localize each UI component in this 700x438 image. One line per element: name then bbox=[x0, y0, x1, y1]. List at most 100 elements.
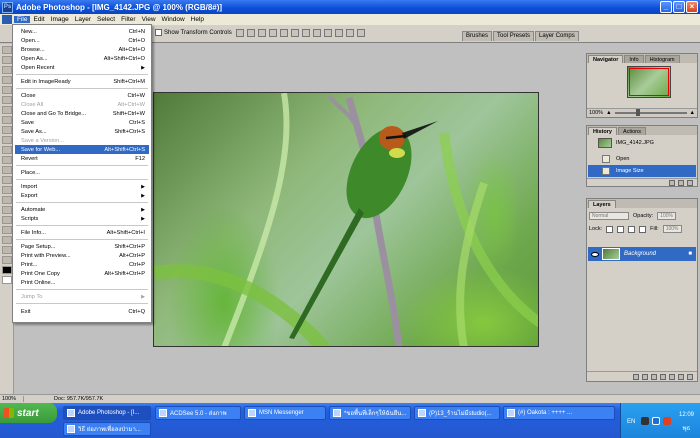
crop-tool-icon[interactable] bbox=[2, 86, 12, 94]
photoshop-logo-icon[interactable] bbox=[2, 15, 12, 24]
blur-tool-icon[interactable] bbox=[2, 166, 12, 174]
menu-item-new[interactable]: New... Ctrl+N bbox=[15, 27, 149, 36]
new-layer-icon[interactable] bbox=[678, 373, 684, 380]
menu-layer[interactable]: Layer bbox=[72, 16, 94, 23]
distribute-icon[interactable] bbox=[324, 29, 332, 37]
menu-item-file-info[interactable]: File Info... Alt+Shift+Ctrl+I bbox=[15, 228, 149, 237]
fill-field[interactable]: 100% bbox=[662, 225, 682, 233]
taskbar-browser-1[interactable]: *ขอพื้นที่เล็กๆให้ฉันยืน... bbox=[329, 406, 411, 420]
language-indicator[interactable]: EN bbox=[627, 419, 635, 425]
lock-all-icon[interactable] bbox=[639, 225, 647, 233]
distribute-icon[interactable] bbox=[313, 29, 321, 37]
hand-tool-icon[interactable] bbox=[2, 246, 12, 254]
eye-icon[interactable] bbox=[591, 251, 599, 257]
menu-select[interactable]: Select bbox=[94, 16, 118, 23]
minimize-button[interactable]: _ bbox=[660, 1, 672, 13]
notes-tool-icon[interactable] bbox=[2, 226, 12, 234]
maximize-button[interactable]: □ bbox=[673, 1, 685, 13]
show-transform-controls[interactable]: Show Transform Controls bbox=[155, 29, 232, 36]
menu-item-save[interactable]: Save Ctrl+S bbox=[15, 118, 149, 127]
menu-item-print-one-copy[interactable]: Print One Copy Alt+Shift+Ctrl+P bbox=[15, 269, 149, 278]
distribute-icon[interactable] bbox=[302, 29, 310, 37]
brush-tool-icon[interactable] bbox=[2, 116, 12, 124]
distribute-icon[interactable] bbox=[357, 29, 365, 37]
menu-item-print-with-preview[interactable]: Print with Preview... Alt+Ctrl+P bbox=[15, 251, 149, 260]
well-tool-presets[interactable]: Tool Presets bbox=[493, 31, 535, 41]
zoom-out-icon[interactable]: ▲ bbox=[606, 110, 611, 116]
menu-item-revert[interactable]: Revert F12 bbox=[15, 154, 149, 163]
menu-item-open-recent[interactable]: Open Recent ▶ bbox=[15, 63, 149, 72]
eraser-tool-icon[interactable] bbox=[2, 146, 12, 154]
healing-tool-icon[interactable] bbox=[2, 106, 12, 114]
background-color-icon[interactable] bbox=[2, 276, 12, 284]
taskbar-acdsee[interactable]: ACDSee 5.0 - ส่งภาพ bbox=[155, 406, 241, 420]
adjustment-layer-icon[interactable] bbox=[660, 373, 666, 380]
tab-info[interactable]: Info bbox=[624, 55, 644, 63]
gradient-tool-icon[interactable] bbox=[2, 156, 12, 164]
lock-position-icon[interactable] bbox=[628, 225, 636, 233]
menu-item-print[interactable]: Print... Ctrl+P bbox=[15, 260, 149, 269]
menu-item-automate[interactable]: Automate ▶ bbox=[15, 205, 149, 214]
foreground-color-icon[interactable] bbox=[2, 266, 12, 274]
menu-item-edit-in-imageready[interactable]: Edit in ImageReady Shift+Ctrl+M bbox=[15, 77, 149, 86]
align-bottom-icon[interactable] bbox=[258, 29, 266, 37]
menu-item-exit[interactable]: Exit Ctrl+Q bbox=[15, 307, 149, 316]
menu-item-save-for-web[interactable]: Save for Web... Alt+Shift+Ctrl+S bbox=[15, 145, 149, 154]
network-icon[interactable] bbox=[652, 417, 660, 425]
new-group-icon[interactable] bbox=[669, 373, 675, 380]
opacity-field[interactable]: 100% bbox=[657, 212, 676, 220]
menu-image[interactable]: Image bbox=[48, 16, 72, 23]
new-snapshot-icon[interactable] bbox=[678, 179, 684, 186]
navigator-thumbnail[interactable] bbox=[627, 66, 671, 98]
menu-item-scripts[interactable]: Scripts ▶ bbox=[15, 214, 149, 223]
tray-app-icon[interactable] bbox=[641, 417, 649, 425]
security-icon[interactable] bbox=[663, 417, 671, 425]
align-top-icon[interactable] bbox=[236, 29, 244, 37]
menu-help[interactable]: Help bbox=[188, 16, 207, 23]
dodge-tool-icon[interactable] bbox=[2, 176, 12, 184]
lock-pixels-icon[interactable] bbox=[617, 225, 625, 233]
well-brushes[interactable]: Brushes bbox=[462, 31, 493, 41]
trash-icon[interactable] bbox=[687, 179, 693, 186]
align-middle-icon[interactable] bbox=[247, 29, 255, 37]
menu-item-page-setup[interactable]: Page Setup... Shift+Ctrl+P bbox=[15, 242, 149, 251]
menu-item-import[interactable]: Import ▶ bbox=[15, 182, 149, 191]
trash-icon[interactable] bbox=[687, 373, 693, 380]
menu-item-open-as[interactable]: Open As... Alt+Shift+Ctrl+O bbox=[15, 54, 149, 63]
menu-item-print-online[interactable]: Print Online... bbox=[15, 278, 149, 287]
start-button[interactable]: start bbox=[0, 403, 57, 423]
menu-file[interactable]: File bbox=[14, 16, 31, 23]
status-zoom[interactable]: 100% bbox=[0, 396, 24, 402]
blend-mode-select[interactable]: Normal bbox=[589, 212, 629, 220]
align-center-icon[interactable] bbox=[280, 29, 288, 37]
stamp-tool-icon[interactable] bbox=[2, 126, 12, 134]
marquee-tool-icon[interactable] bbox=[2, 56, 12, 64]
close-button[interactable]: × bbox=[686, 1, 698, 13]
menu-item-export[interactable]: Export ▶ bbox=[15, 191, 149, 200]
photoshop-app-icon[interactable]: Ps bbox=[2, 1, 13, 13]
history-brush-tool-icon[interactable] bbox=[2, 136, 12, 144]
taskbar-browser-3[interactable]: (#) Oakota : ++++ ... bbox=[503, 406, 615, 420]
clock[interactable]: 12:09 พุธ bbox=[679, 411, 694, 433]
align-right-icon[interactable] bbox=[291, 29, 299, 37]
transform-checkbox[interactable] bbox=[155, 29, 162, 36]
navigator-view-box[interactable] bbox=[629, 68, 669, 96]
eyedropper-tool-icon[interactable] bbox=[2, 236, 12, 244]
align-left-icon[interactable] bbox=[269, 29, 277, 37]
history-state-image-size[interactable]: Image Size bbox=[588, 165, 696, 177]
history-snapshot[interactable]: IMG_4142.JPG bbox=[588, 137, 696, 149]
tab-navigator[interactable]: Navigator bbox=[588, 55, 624, 63]
menu-item-browse[interactable]: Browse... Alt+Ctrl+O bbox=[15, 45, 149, 54]
menu-item-open[interactable]: Open... Ctrl+O bbox=[15, 36, 149, 45]
layer-background[interactable]: Background ■ bbox=[588, 247, 696, 261]
well-layer-comps[interactable]: Layer Comps bbox=[535, 31, 579, 41]
distribute-icon[interactable] bbox=[346, 29, 354, 37]
magic-wand-tool-icon[interactable] bbox=[2, 76, 12, 84]
new-document-icon[interactable] bbox=[669, 179, 675, 186]
menu-window[interactable]: Window bbox=[159, 16, 188, 23]
type-tool-icon[interactable] bbox=[2, 196, 12, 204]
menu-item-place[interactable]: Place... bbox=[15, 168, 149, 177]
move-tool-icon[interactable] bbox=[2, 46, 12, 54]
document-canvas[interactable] bbox=[153, 92, 539, 347]
taskbar-browser-2[interactable]: (P)13_ร้านไม่มีstudio(... bbox=[414, 406, 500, 420]
